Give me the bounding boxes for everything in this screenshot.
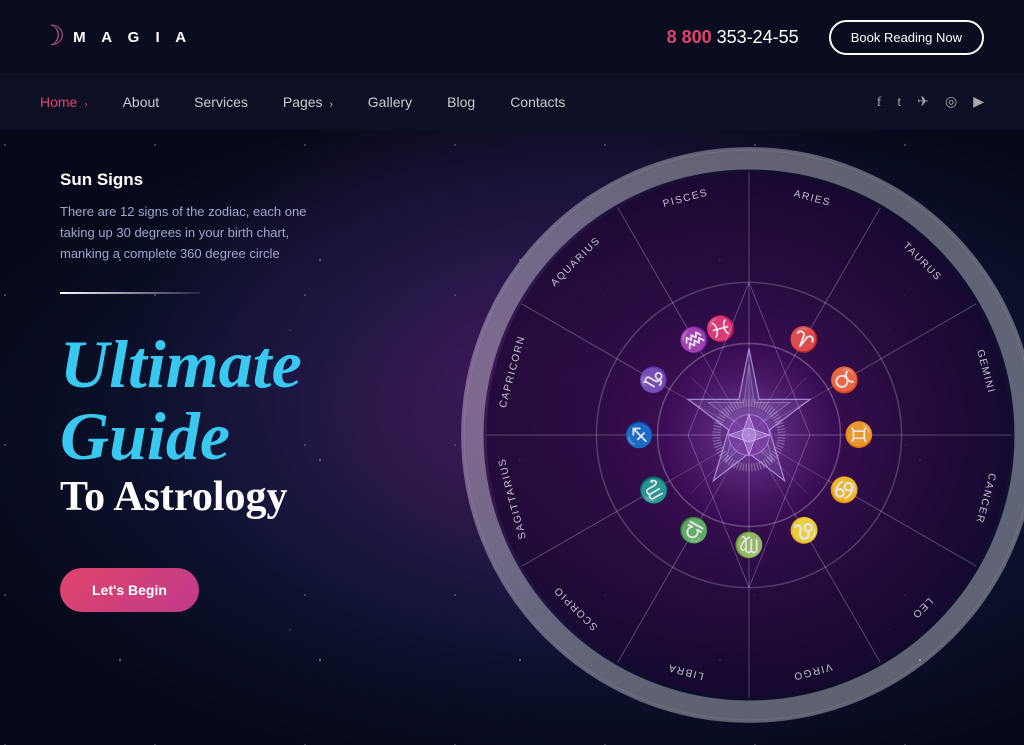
phone-number: 8 800 353-24-55 — [667, 27, 799, 48]
telegram-icon[interactable]: ✈ — [917, 94, 929, 111]
content-divider — [60, 292, 200, 294]
instagram-icon[interactable]: ◎ — [945, 94, 957, 111]
nav-link-gallery[interactable]: Gallery — [368, 94, 412, 110]
nav-link-contacts[interactable]: Contacts — [510, 94, 565, 110]
phone-digits: 353-24-55 — [717, 27, 799, 47]
nav-item-home[interactable]: Home › — [40, 94, 88, 112]
tumblr-icon[interactable]: t — [897, 95, 901, 111]
svg-text:♍: ♍ — [734, 531, 764, 560]
book-reading-button[interactable]: Book Reading Now — [829, 20, 984, 55]
logo-text: M A G I A — [73, 29, 192, 46]
nav-item-contacts[interactable]: Contacts — [510, 94, 565, 112]
svg-text:♊: ♊ — [845, 420, 874, 450]
pages-arrow: › — [329, 99, 332, 110]
navigation: Home › About Services Pages › Gallery Bl… — [0, 75, 1024, 130]
zodiac-wheel-svg: ♓ ♈ ♉ ♊ ♋ ♌ ♍ ♎ ♏ ♐ ♑ ♒ PISCES ARIES — [454, 140, 1024, 730]
youtube-icon[interactable]: ▶ — [973, 94, 984, 111]
nav-link-home[interactable]: Home › — [40, 94, 88, 110]
hero-headline: Ultimate Guide To Astrology — [60, 329, 460, 522]
hero-section: Sun Signs There are 12 signs of the zodi… — [0, 130, 1024, 745]
nav-link-pages[interactable]: Pages › — [283, 94, 333, 110]
nav-item-about[interactable]: About — [123, 94, 160, 112]
social-icons: f t ✈ ◎ ▶ — [877, 94, 984, 111]
nav-item-blog[interactable]: Blog — [447, 94, 475, 112]
header-right: 8 800 353-24-55 Book Reading Now — [667, 20, 984, 55]
headline-line1: Ultimate — [60, 329, 460, 400]
nav-link-services[interactable]: Services — [194, 94, 248, 110]
headline-line3: To Astrology — [60, 472, 460, 522]
headline-line2: Guide — [60, 401, 460, 472]
nav-item-gallery[interactable]: Gallery — [368, 94, 412, 112]
nav-link-blog[interactable]: Blog — [447, 94, 475, 110]
lets-begin-button[interactable]: Let's Begin — [60, 568, 199, 612]
zodiac-wheel: ♓ ♈ ♉ ♊ ♋ ♌ ♍ ♎ ♏ ♐ ♑ ♒ PISCES ARIES — [454, 140, 1024, 730]
header: ☽ M A G I A 8 800 353-24-55 Book Reading… — [0, 0, 1024, 75]
phone-prefix: 8 800 — [667, 27, 712, 47]
logo: ☽ M A G I A — [40, 23, 192, 51]
sun-signs-description: There are 12 signs of the zodiac, each o… — [60, 202, 340, 264]
logo-icon: ☽ — [40, 23, 65, 51]
nav-link-about[interactable]: About — [123, 94, 160, 110]
hero-content: Sun Signs There are 12 signs of the zodi… — [60, 170, 460, 612]
svg-text:♐: ♐ — [624, 420, 653, 450]
sun-signs-title: Sun Signs — [60, 170, 460, 190]
facebook-icon[interactable]: f — [877, 95, 882, 111]
home-arrow: › — [84, 99, 87, 110]
nav-links: Home › About Services Pages › Gallery Bl… — [40, 94, 565, 112]
nav-item-services[interactable]: Services — [194, 94, 248, 112]
nav-item-pages[interactable]: Pages › — [283, 94, 333, 112]
